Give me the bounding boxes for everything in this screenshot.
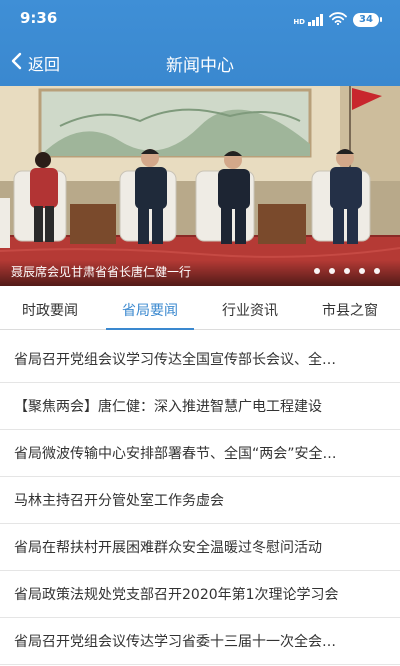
app-header: 9:36 HD 34 返回 新闻中心 bbox=[0, 0, 400, 86]
news-item[interactable]: 省局召开党组会议传达学习省委十三届十一次全会… bbox=[0, 618, 400, 665]
tab-label: 时政要闻 bbox=[22, 303, 78, 319]
back-label: 返回 bbox=[28, 55, 61, 74]
news-item[interactable]: 省局在帮扶村开展困难群众安全温暖过冬慰问活动 bbox=[0, 524, 400, 571]
carousel-dot[interactable] bbox=[329, 268, 335, 274]
news-item-title: 省局在帮扶村开展困难群众安全温暖过冬慰问活动 bbox=[14, 540, 322, 556]
nav-bar: 返回 新闻中心 bbox=[0, 40, 400, 86]
carousel-indicator bbox=[314, 268, 380, 274]
battery-level: 34 bbox=[353, 12, 379, 27]
tab-current-affairs[interactable]: 时政要闻 bbox=[0, 288, 100, 329]
category-tabs: 时政要闻 省局要闻 行业资讯 市县之窗 bbox=[0, 288, 400, 330]
signal-label: HD bbox=[293, 17, 305, 26]
chevron-left-icon bbox=[10, 52, 22, 74]
tab-industry-info[interactable]: 行业资讯 bbox=[200, 288, 300, 329]
carousel-dot[interactable] bbox=[314, 268, 320, 274]
banner-photo bbox=[0, 86, 400, 286]
status-bar: 9:36 HD 34 bbox=[0, 0, 400, 36]
carousel-dot[interactable] bbox=[344, 268, 350, 274]
news-item-title: 马林主持召开分管处室工作务虚会 bbox=[14, 493, 224, 509]
tab-label: 行业资讯 bbox=[222, 303, 278, 319]
news-item[interactable]: 省局召开党组会议学习传达全国宣传部长会议、全… bbox=[0, 336, 400, 383]
news-item-title: 省局微波传输中心安排部署春节、全国“两会”安全… bbox=[14, 446, 337, 462]
tab-label: 市县之窗 bbox=[322, 303, 378, 319]
tab-label: 省局要闻 bbox=[122, 303, 178, 319]
tab-active-indicator bbox=[106, 328, 194, 330]
news-item[interactable]: 【聚焦两会】唐仁健：深入推进智慧广电工程建设 bbox=[0, 383, 400, 430]
wifi-icon bbox=[329, 10, 347, 29]
banner-caption: 聂辰席会见甘肃省省长唐仁健一行 bbox=[11, 265, 192, 279]
news-banner[interactable]: 聂辰席会见甘肃省省长唐仁健一行 bbox=[0, 86, 400, 286]
news-list: 省局召开党组会议学习传达全国宣传部长会议、全… 【聚焦两会】唐仁健：深入推进智慧… bbox=[0, 336, 400, 666]
status-time: 9:36 bbox=[20, 9, 58, 27]
news-item[interactable]: 马林主持召开分管处室工作务虚会 bbox=[0, 477, 400, 524]
carousel-dot[interactable] bbox=[359, 268, 365, 274]
tab-provincial-news[interactable]: 省局要闻 bbox=[100, 288, 200, 330]
status-icons: HD 34 bbox=[293, 10, 382, 29]
news-item-title: 省局召开党组会议传达学习省委十三届十一次全会… bbox=[14, 634, 336, 650]
news-item-title: 省局召开党组会议学习传达全国宣传部长会议、全… bbox=[14, 352, 336, 368]
news-item-title: 【聚焦两会】唐仁健：深入推进智慧广电工程建设 bbox=[14, 399, 322, 415]
signal-icon: HD bbox=[293, 13, 323, 26]
news-item[interactable]: 省局微波传输中心安排部署春节、全国“两会”安全… bbox=[0, 430, 400, 477]
tab-city-county[interactable]: 市县之窗 bbox=[300, 288, 400, 329]
news-item-title: 省局政策法规处党支部召开2020年第1次理论学习会 bbox=[14, 587, 339, 603]
carousel-dot[interactable] bbox=[374, 268, 380, 274]
news-item[interactable]: 省局政策法规处党支部召开2020年第1次理论学习会 bbox=[0, 571, 400, 618]
back-button[interactable]: 返回 bbox=[10, 48, 60, 78]
battery-icon: 34 bbox=[353, 12, 382, 27]
